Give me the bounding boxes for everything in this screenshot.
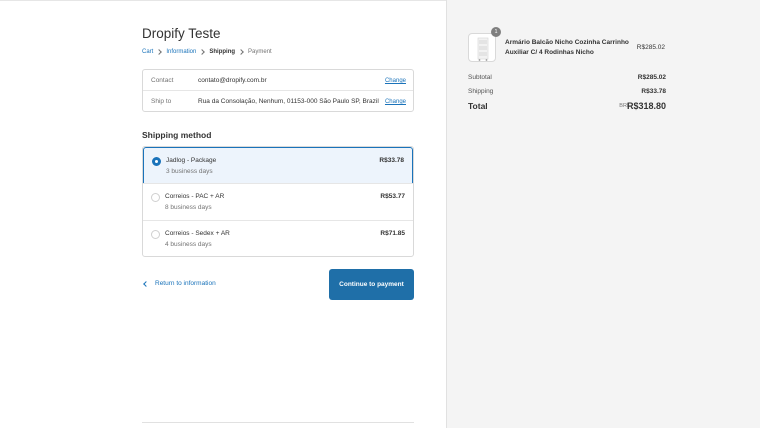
shipping-option-duration: 4 business days (165, 241, 212, 248)
continue-to-payment-button[interactable]: Continue to payment (329, 269, 414, 300)
chevron-left-icon (143, 280, 149, 287)
ship-to-value: Rua da Consolação, Nenhum, 01153-000 São… (198, 98, 379, 105)
chevron-right-icon (156, 49, 163, 55)
checkout-main: Dropify Teste Cart Information Shipping … (142, 0, 414, 428)
ship-to-label: Ship to (151, 98, 172, 105)
shipping-option-duration: 3 business days (166, 168, 213, 175)
shipping-option-title: Correios - PAC + AR (165, 193, 225, 200)
shipping-option-price: R$33.78 (379, 157, 404, 164)
shipping-option-duration: 8 business days (165, 204, 212, 211)
radio-button-selected[interactable] (152, 157, 161, 166)
subtotal-row: Subtotal R$285.02 (468, 74, 666, 81)
shipping-options: Jadlog - Package 3 business days R$33.78… (142, 146, 414, 257)
shipping-value: R$33.78 (641, 88, 666, 95)
radio-button[interactable] (151, 193, 160, 202)
order-summary: 1 Armário Balcão Nicho Cozinha Carrinho … (446, 0, 760, 428)
chevron-right-icon (238, 49, 244, 55)
total-label: Total (468, 101, 488, 111)
total-row: Total BRL R$318.80 (468, 101, 666, 111)
product-thumbnail (468, 33, 496, 62)
contact-value: contato@dropify.com.br (198, 77, 267, 84)
breadcrumb: Cart Information Shipping Payment (142, 49, 272, 55)
quantity-badge: 1 (491, 27, 501, 37)
chevron-right-icon (199, 49, 206, 55)
product-image-icon (477, 37, 489, 61)
change-ship-to-link[interactable]: Change (385, 99, 406, 105)
shipping-option-price: R$71.85 (380, 230, 405, 237)
change-contact-link[interactable]: Change (385, 78, 406, 84)
breadcrumb-cart[interactable]: Cart (142, 49, 153, 55)
shipping-label: Shipping (468, 88, 494, 95)
contact-label: Contact (151, 77, 174, 84)
shipping-option-title: Correios - Sedex + AR (165, 230, 230, 237)
product-name: Armário Balcão Nicho Cozinha Carrinho Au… (505, 39, 629, 56)
review-box: Contact contato@dropify.com.br Change Sh… (142, 69, 414, 112)
shipping-option-sedex[interactable]: Correios - Sedex + AR 4 business days R$… (143, 220, 413, 256)
breadcrumb-payment: Payment (248, 49, 272, 55)
shipping-option-title: Jadlog - Package (166, 157, 217, 164)
ship-to-row: Ship to Rua da Consolação, Nenhum, 01153… (143, 91, 413, 112)
shipping-option-jadlog[interactable]: Jadlog - Package 3 business days R$33.78 (143, 147, 413, 184)
shipping-method-title: Shipping method (142, 130, 212, 140)
footer-divider (142, 422, 414, 423)
shipping-option-price: R$53.77 (380, 193, 405, 200)
breadcrumb-information[interactable]: Information (166, 49, 196, 55)
total-value: R$318.80 (626, 101, 666, 111)
shipping-row: Shipping R$33.78 (468, 88, 666, 95)
return-label: Return to information (155, 280, 216, 287)
shipping-option-pac[interactable]: Correios - PAC + AR 8 business days R$53… (143, 183, 413, 220)
product-price: R$285.02 (636, 44, 665, 51)
contact-row: Contact contato@dropify.com.br Change (143, 70, 413, 91)
breadcrumb-shipping: Shipping (209, 49, 236, 55)
subtotal-label: Subtotal (468, 74, 492, 81)
subtotal-value: R$285.02 (637, 74, 666, 81)
return-to-information-link[interactable]: Return to information (142, 280, 216, 287)
radio-button[interactable] (151, 230, 160, 239)
shop-name[interactable]: Dropify Teste (142, 26, 221, 41)
